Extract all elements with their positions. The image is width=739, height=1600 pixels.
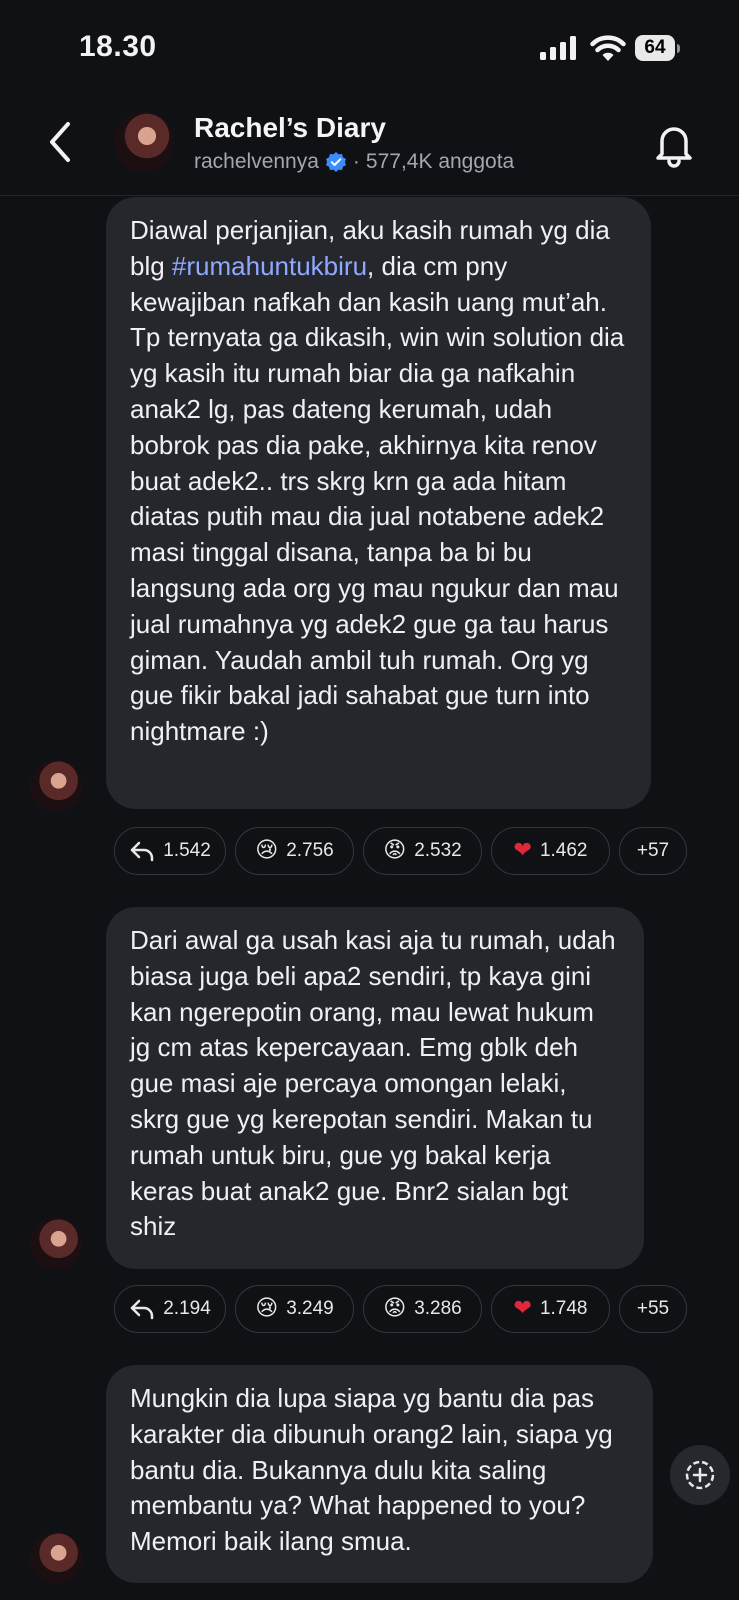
sender-avatar[interactable] (30, 760, 82, 812)
crying-face-icon: 😢 (255, 838, 279, 863)
notification-bell-icon[interactable] (652, 120, 696, 168)
cellular-signal-icon (540, 36, 576, 60)
verified-badge-icon (325, 152, 346, 172)
message-text: Mungkin dia lupa siapa yg bantu dia pas … (130, 1383, 613, 1557)
reactions-row: 1.542 😢 2.756 😡 2.532 ❤ 1.462 +57 (114, 827, 687, 875)
reply-count-button[interactable]: 1.542 (114, 827, 226, 875)
subtitle-separator: · (352, 150, 360, 173)
more-reactions-button[interactable]: +57 (619, 827, 687, 875)
reaction-heart-button[interactable]: ❤ 1.462 (491, 827, 610, 875)
channel-subtitle: rachelvennya · 577,4K anggota (194, 150, 514, 174)
reply-count: 1.542 (163, 840, 211, 861)
reaction-angry-button[interactable]: 😡 2.532 (363, 827, 482, 875)
wifi-icon (590, 35, 626, 61)
more-reactions-button[interactable]: +55 (619, 1285, 687, 1333)
reply-count-button[interactable]: 2.194 (114, 1285, 226, 1333)
angry-face-icon: 😡 (383, 838, 407, 863)
channel-header: Rachel’s Diary rachelvennya · 577,4K ang… (0, 100, 739, 196)
hashtag-link[interactable]: #rumahuntukbiru (172, 251, 367, 281)
reply-count: 2.194 (163, 1298, 211, 1319)
message-text: Dari awal ga usah kasi aja tu rumah, uda… (130, 925, 616, 1242)
angry-face-icon: 😡 (383, 1296, 407, 1321)
member-count: 577,4K anggota (365, 150, 515, 173)
reaction-count: 2.756 (286, 840, 334, 861)
more-reactions-count: +57 (636, 840, 670, 861)
heart-icon: ❤ (513, 1296, 532, 1321)
reaction-cry-button[interactable]: 😢 3.249 (235, 1285, 354, 1333)
battery-nub (677, 44, 680, 53)
reaction-count: 3.286 (414, 1298, 462, 1319)
reaction-count: 1.748 (539, 1298, 588, 1319)
more-reactions-count: +55 (636, 1298, 670, 1319)
battery-indicator: 64 (635, 35, 675, 61)
status-time: 18.30 (79, 30, 157, 63)
reaction-count: 3.249 (286, 1298, 334, 1319)
back-arrow-icon[interactable] (42, 118, 82, 166)
reaction-cry-button[interactable]: 😢 2.756 (235, 827, 354, 875)
reaction-heart-button[interactable]: ❤ 1.748 (491, 1285, 610, 1333)
add-emoji-icon (685, 1460, 715, 1490)
reaction-angry-button[interactable]: 😡 3.286 (363, 1285, 482, 1333)
channel-username: rachelvennya (194, 150, 319, 173)
message-bubble[interactable]: Mungkin dia lupa siapa yg bantu dia pas … (106, 1365, 653, 1583)
reply-arrow-icon (130, 1299, 154, 1320)
message-text-continued: , dia cm pny kewajiban nafkah dan kasih … (130, 250, 625, 747)
message-bubble[interactable]: Diawal perjanjian, aku kasih rumah yg di… (106, 197, 651, 809)
channel-avatar[interactable] (114, 112, 174, 172)
channel-title[interactable]: Rachel’s Diary (194, 112, 386, 144)
status-bar: 18.30 64 (0, 0, 739, 100)
reactions-row: 2.194 😢 3.249 😡 3.286 ❤ 1.748 +55 (114, 1285, 687, 1333)
add-reaction-button[interactable] (670, 1445, 730, 1505)
crying-face-icon: 😢 (255, 1296, 279, 1321)
heart-icon: ❤ (513, 838, 532, 863)
sender-avatar[interactable] (30, 1218, 82, 1270)
reaction-count: 1.462 (539, 840, 588, 861)
reply-arrow-icon (130, 841, 154, 862)
reaction-count: 2.532 (414, 840, 462, 861)
message-bubble[interactable]: Dari awal ga usah kasi aja tu rumah, uda… (106, 907, 644, 1269)
sender-avatar[interactable] (30, 1532, 82, 1584)
